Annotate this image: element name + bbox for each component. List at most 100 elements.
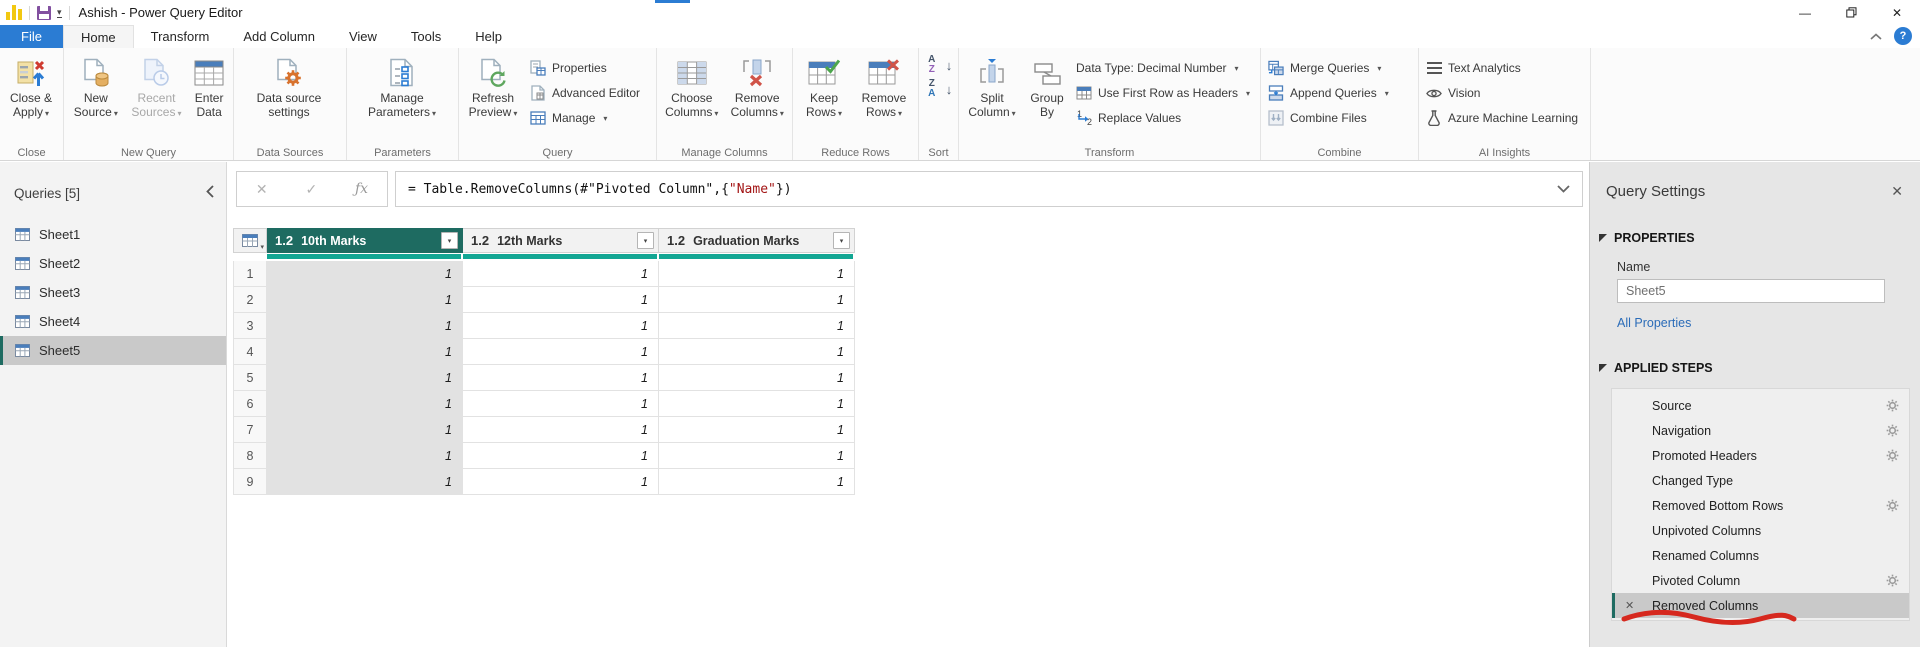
table-cell[interactable]: 1: [659, 365, 855, 391]
column-header-12th-marks[interactable]: 1.2 12th Marks ▾: [463, 228, 659, 253]
row-number[interactable]: 9: [233, 469, 267, 495]
sort-descending-button[interactable]: ZA ↓: [925, 80, 953, 98]
query-list-item-sheet3[interactable]: Sheet3: [0, 278, 226, 307]
properties-button[interactable]: Properties: [525, 59, 645, 77]
decimal-type-icon[interactable]: 1.2: [275, 233, 293, 248]
tab-view[interactable]: View: [332, 25, 394, 48]
manage-parameters-button[interactable]: Manage Parameters▾: [349, 51, 455, 144]
azure-ml-button[interactable]: Azure Machine Learning: [1421, 109, 1583, 127]
table-cell[interactable]: 1: [267, 469, 463, 495]
formula-cancel-icon[interactable]: ✕: [256, 181, 268, 198]
remove-rows-button[interactable]: Remove Rows▾: [853, 51, 915, 144]
filter-dropdown-button[interactable]: ▾: [637, 232, 654, 249]
keep-rows-button[interactable]: Keep Rows▾: [795, 51, 853, 144]
query-list-item-sheet4[interactable]: Sheet4: [0, 307, 226, 336]
split-column-button[interactable]: Split Column▾: [961, 51, 1023, 144]
table-cell[interactable]: 1: [463, 391, 659, 417]
applied-step-unpivoted-columns[interactable]: Unpivoted Columns: [1612, 518, 1909, 543]
table-cell[interactable]: 1: [267, 313, 463, 339]
table-cell[interactable]: 1: [463, 339, 659, 365]
save-icon[interactable]: [37, 6, 51, 20]
query-list-item-sheet2[interactable]: Sheet2: [0, 249, 226, 278]
tab-tools[interactable]: Tools: [394, 25, 458, 48]
choose-columns-button[interactable]: Choose Columns▾: [659, 51, 725, 144]
column-header-graduation-marks[interactable]: 1.2 Graduation Marks ▾: [659, 228, 855, 253]
tab-help[interactable]: Help: [458, 25, 519, 48]
query-list-item-sheet1[interactable]: Sheet1: [0, 220, 226, 249]
row-number[interactable]: 7: [233, 417, 267, 443]
table-cell[interactable]: 1: [659, 287, 855, 313]
table-cell[interactable]: 1: [659, 469, 855, 495]
text-analytics-button[interactable]: Text Analytics: [1421, 59, 1583, 77]
table-cell[interactable]: 1: [463, 443, 659, 469]
close-apply-button[interactable]: Close & Apply▾: [2, 51, 60, 144]
sort-ascending-button[interactable]: AZ ↓: [925, 56, 953, 74]
row-number[interactable]: 8: [233, 443, 267, 469]
gear-icon[interactable]: [1886, 399, 1899, 412]
merge-queries-button[interactable]: Merge Queries ▾: [1263, 59, 1394, 77]
table-cell[interactable]: 1: [659, 417, 855, 443]
tab-transform[interactable]: Transform: [134, 25, 227, 48]
table-cell[interactable]: 1: [463, 313, 659, 339]
applied-step-removed-bottom-rows[interactable]: Removed Bottom Rows: [1612, 493, 1909, 518]
table-cell[interactable]: 1: [267, 443, 463, 469]
new-source-button[interactable]: New Source▾: [66, 51, 126, 144]
collapse-queries-panel-icon[interactable]: [206, 185, 214, 201]
table-cell[interactable]: 1: [267, 417, 463, 443]
applied-step-source[interactable]: Source: [1612, 393, 1909, 418]
table-cell[interactable]: 1: [659, 261, 855, 287]
collapse-ribbon-icon[interactable]: [1870, 29, 1882, 44]
row-number[interactable]: 5: [233, 365, 267, 391]
row-number[interactable]: 2: [233, 287, 267, 313]
quick-access-caret-icon[interactable]: ▾: [57, 8, 62, 18]
table-cell[interactable]: 1: [267, 339, 463, 365]
tab-add-column[interactable]: Add Column: [226, 25, 332, 48]
fx-icon[interactable]: ƒx: [355, 181, 368, 197]
refresh-preview-button[interactable]: Refresh Preview▾: [461, 51, 525, 144]
formula-check-icon[interactable]: ✓: [305, 181, 317, 198]
applied-steps-section-header[interactable]: APPLIED STEPS: [1599, 361, 1920, 375]
row-number[interactable]: 6: [233, 391, 267, 417]
filter-dropdown-button[interactable]: ▾: [833, 232, 850, 249]
table-cell[interactable]: 1: [659, 391, 855, 417]
table-cell[interactable]: 1: [463, 417, 659, 443]
vision-button[interactable]: Vision: [1421, 84, 1583, 102]
manage-button[interactable]: Manage ▾: [525, 109, 645, 127]
tab-home[interactable]: Home: [63, 25, 134, 48]
table-cell[interactable]: 1: [659, 313, 855, 339]
expand-formula-bar-icon[interactable]: [1463, 167, 1570, 212]
applied-step-pivoted-column[interactable]: Pivoted Column: [1612, 568, 1909, 593]
gear-icon[interactable]: [1886, 449, 1899, 462]
query-name-input[interactable]: Sheet5: [1617, 279, 1885, 303]
all-properties-link[interactable]: All Properties: [1617, 316, 1920, 330]
enter-data-button[interactable]: Enter Data: [187, 51, 231, 144]
data-source-settings-button[interactable]: Data source settings: [236, 51, 342, 144]
advanced-editor-button[interactable]: Advanced Editor: [525, 84, 645, 102]
applied-step-changed-type[interactable]: Changed Type: [1612, 468, 1909, 493]
decimal-type-icon[interactable]: 1.2: [667, 233, 685, 248]
table-cell[interactable]: 1: [267, 365, 463, 391]
gear-icon[interactable]: [1886, 424, 1899, 437]
close-button[interactable]: ✕: [1874, 0, 1920, 25]
table-cell[interactable]: 1: [463, 365, 659, 391]
applied-step-renamed-columns[interactable]: Renamed Columns: [1612, 543, 1909, 568]
table-cell[interactable]: 1: [659, 443, 855, 469]
tab-file[interactable]: File: [0, 25, 63, 48]
column-header-10th-marks[interactable]: 1.2 10th Marks ▾: [267, 228, 463, 253]
use-first-row-button[interactable]: Use First Row as Headers ▾: [1071, 84, 1255, 102]
recent-sources-button[interactable]: Recent Sources▾: [126, 51, 188, 144]
filter-dropdown-button[interactable]: ▾: [441, 232, 458, 249]
properties-section-header[interactable]: PROPERTIES: [1599, 231, 1920, 245]
row-number[interactable]: 4: [233, 339, 267, 365]
table-cell[interactable]: 1: [659, 339, 855, 365]
table-cell[interactable]: 1: [463, 287, 659, 313]
table-cell[interactable]: 1: [463, 469, 659, 495]
data-type-button[interactable]: Data Type: Decimal Number ▾: [1071, 59, 1255, 77]
table-cell[interactable]: 1: [267, 287, 463, 313]
gear-icon[interactable]: [1886, 499, 1899, 512]
applied-step-navigation[interactable]: Navigation: [1612, 418, 1909, 443]
replace-values-button[interactable]: 1 2 Replace Values: [1071, 109, 1255, 127]
append-queries-button[interactable]: Append Queries ▾: [1263, 84, 1394, 102]
query-list-item-sheet5[interactable]: Sheet5: [0, 336, 226, 365]
gear-icon[interactable]: [1886, 574, 1899, 587]
